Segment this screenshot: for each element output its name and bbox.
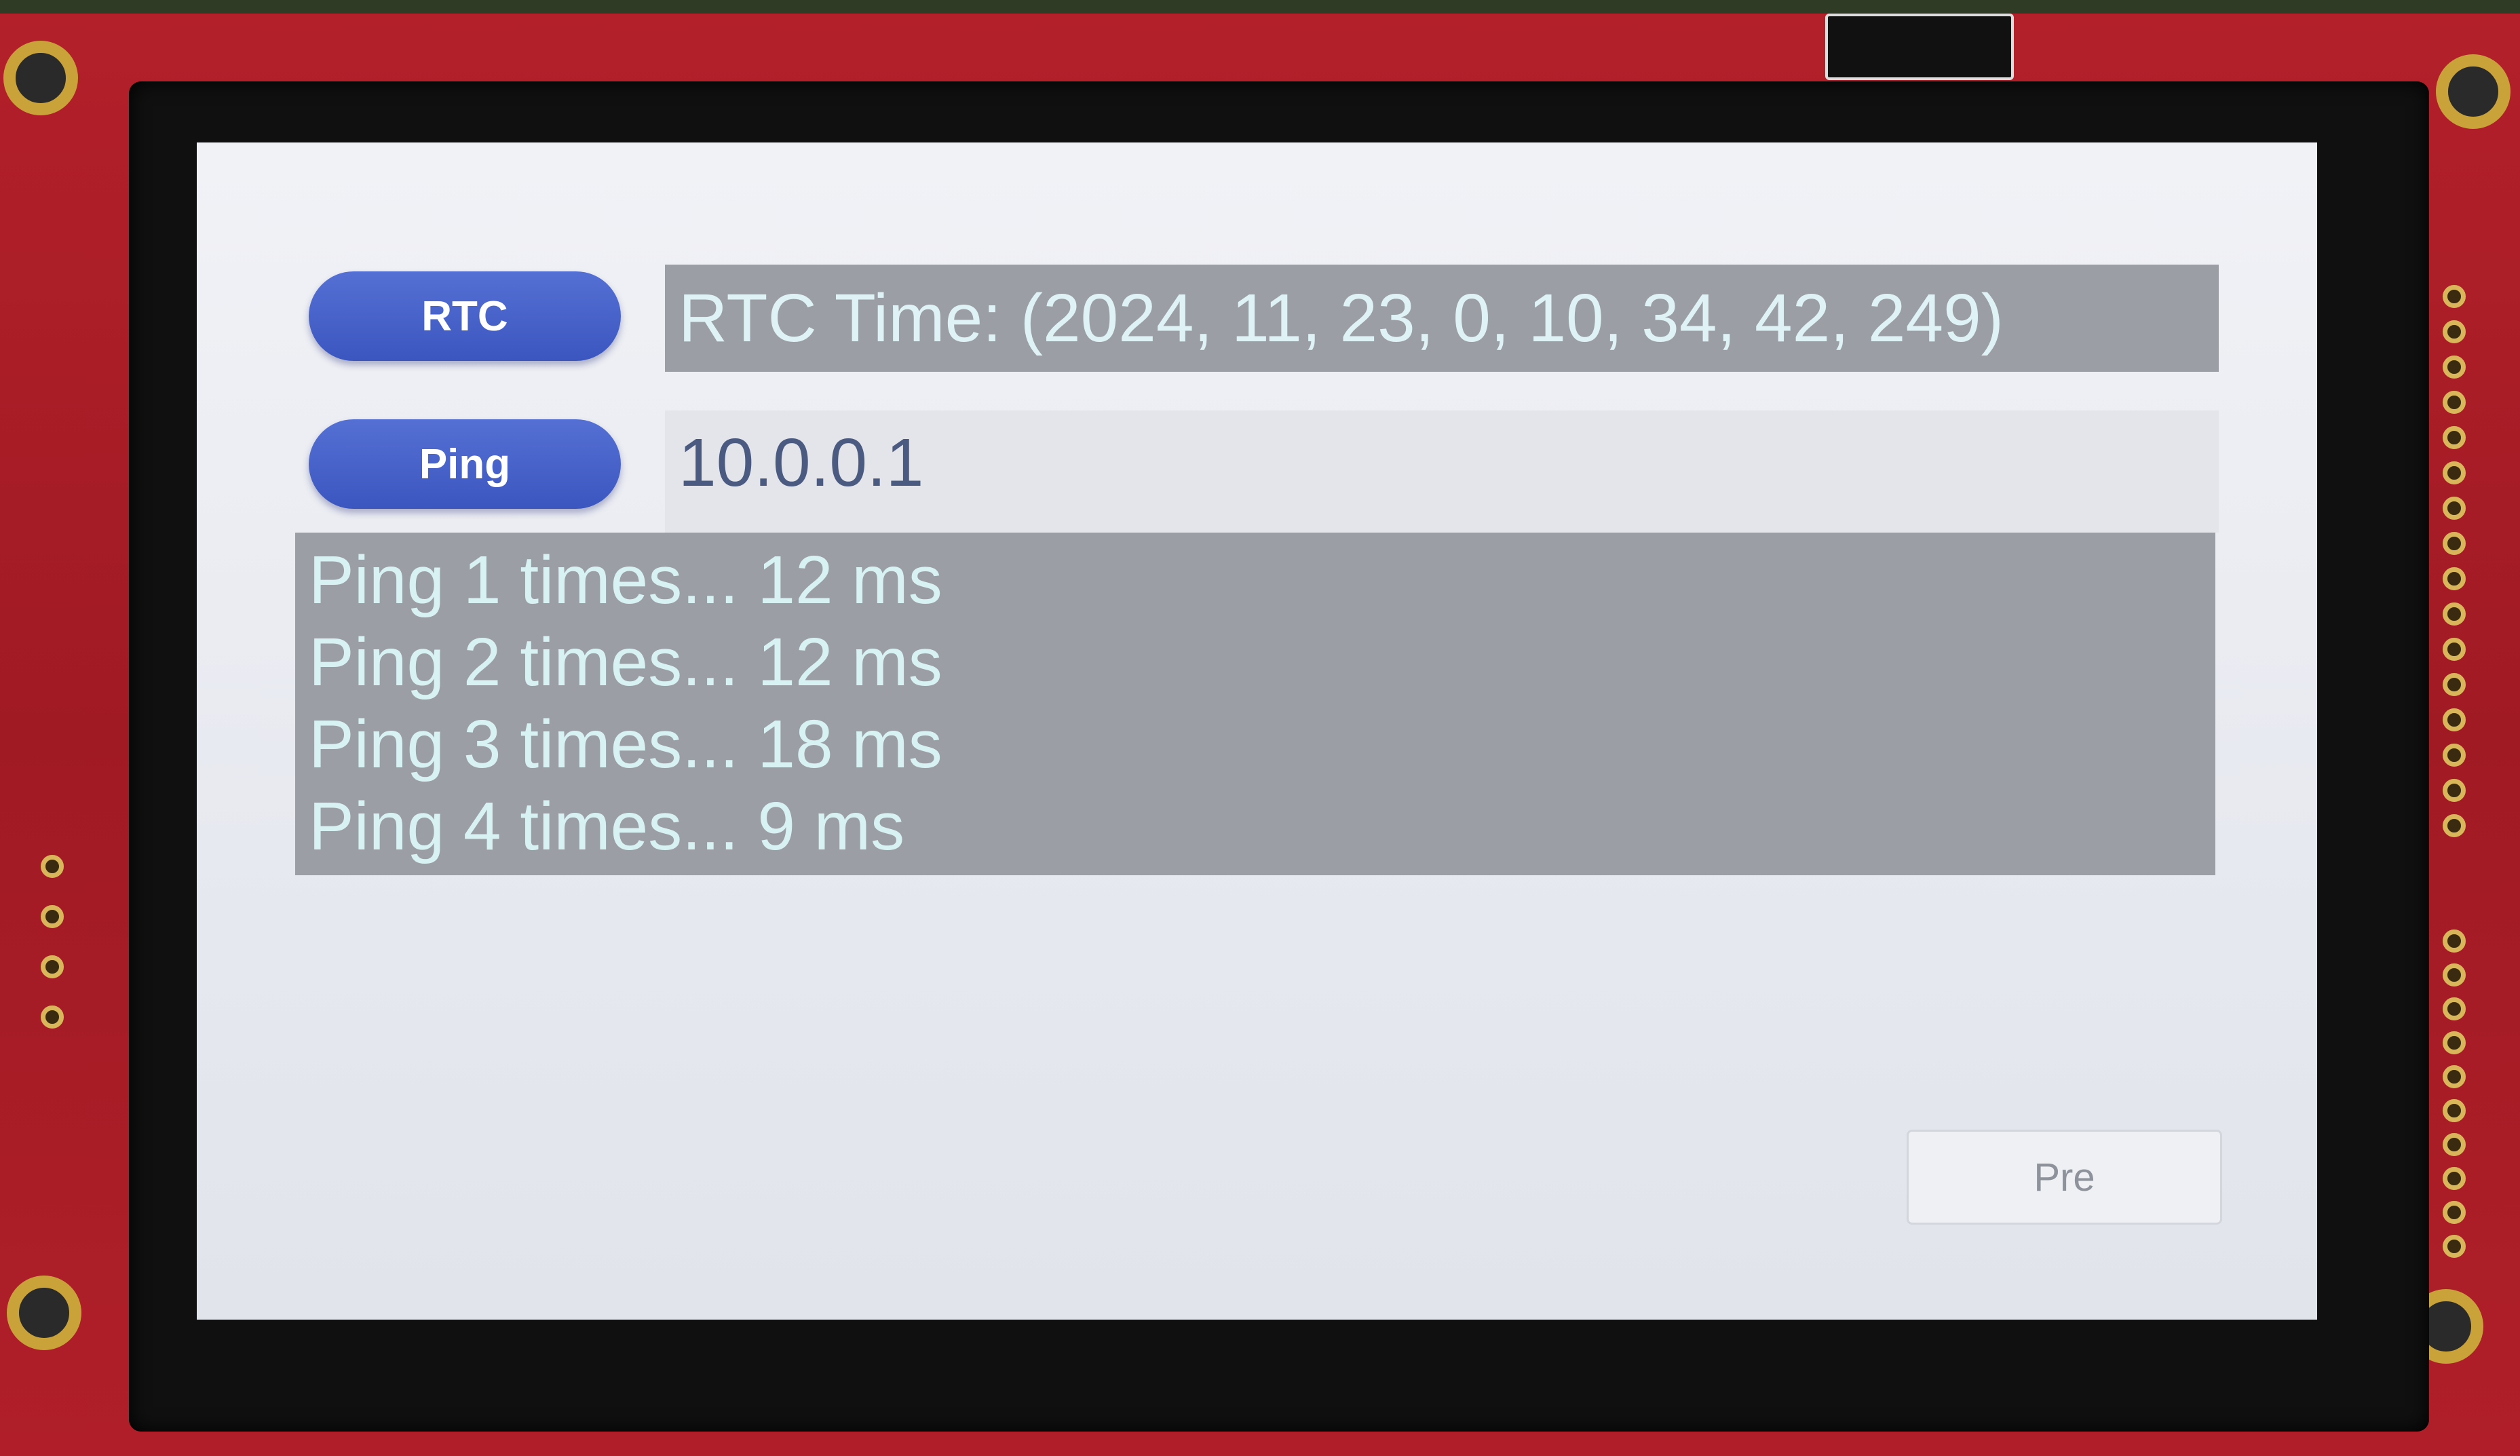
mounting-hole (2436, 54, 2511, 129)
ping-button[interactable]: Ping (309, 419, 621, 509)
ping-log-area: Ping 1 times... 12 ms Ping 2 times... 12… (295, 533, 2215, 875)
ping-log-line: Ping 1 times... 12 ms (309, 542, 942, 618)
ping-log-line: Ping 3 times... 18 ms (309, 706, 942, 782)
mounting-hole (3, 41, 78, 115)
gpio-pin-column (2443, 930, 2466, 1258)
gpio-pin-column (2443, 285, 2466, 837)
pin-header-connector (1825, 14, 2014, 80)
side-pins (41, 855, 64, 1029)
pre-button[interactable]: Pre (1907, 1130, 2222, 1225)
ping-log-line: Ping 2 times... 12 ms (309, 624, 942, 700)
lcd-screen: RTC RTC Time: (2024, 11, 23, 0, 10, 34, … (197, 142, 2317, 1320)
ping-log-line: Ping 4 times... 9 ms (309, 788, 905, 864)
rtc-time-label: RTC Time: (2024, 11, 23, 0, 10, 34, 42, … (665, 265, 2219, 372)
ip-address-input[interactable]: 10.0.0.1 (665, 410, 2219, 533)
mounting-hole (7, 1276, 81, 1350)
rtc-button[interactable]: RTC (309, 271, 621, 361)
